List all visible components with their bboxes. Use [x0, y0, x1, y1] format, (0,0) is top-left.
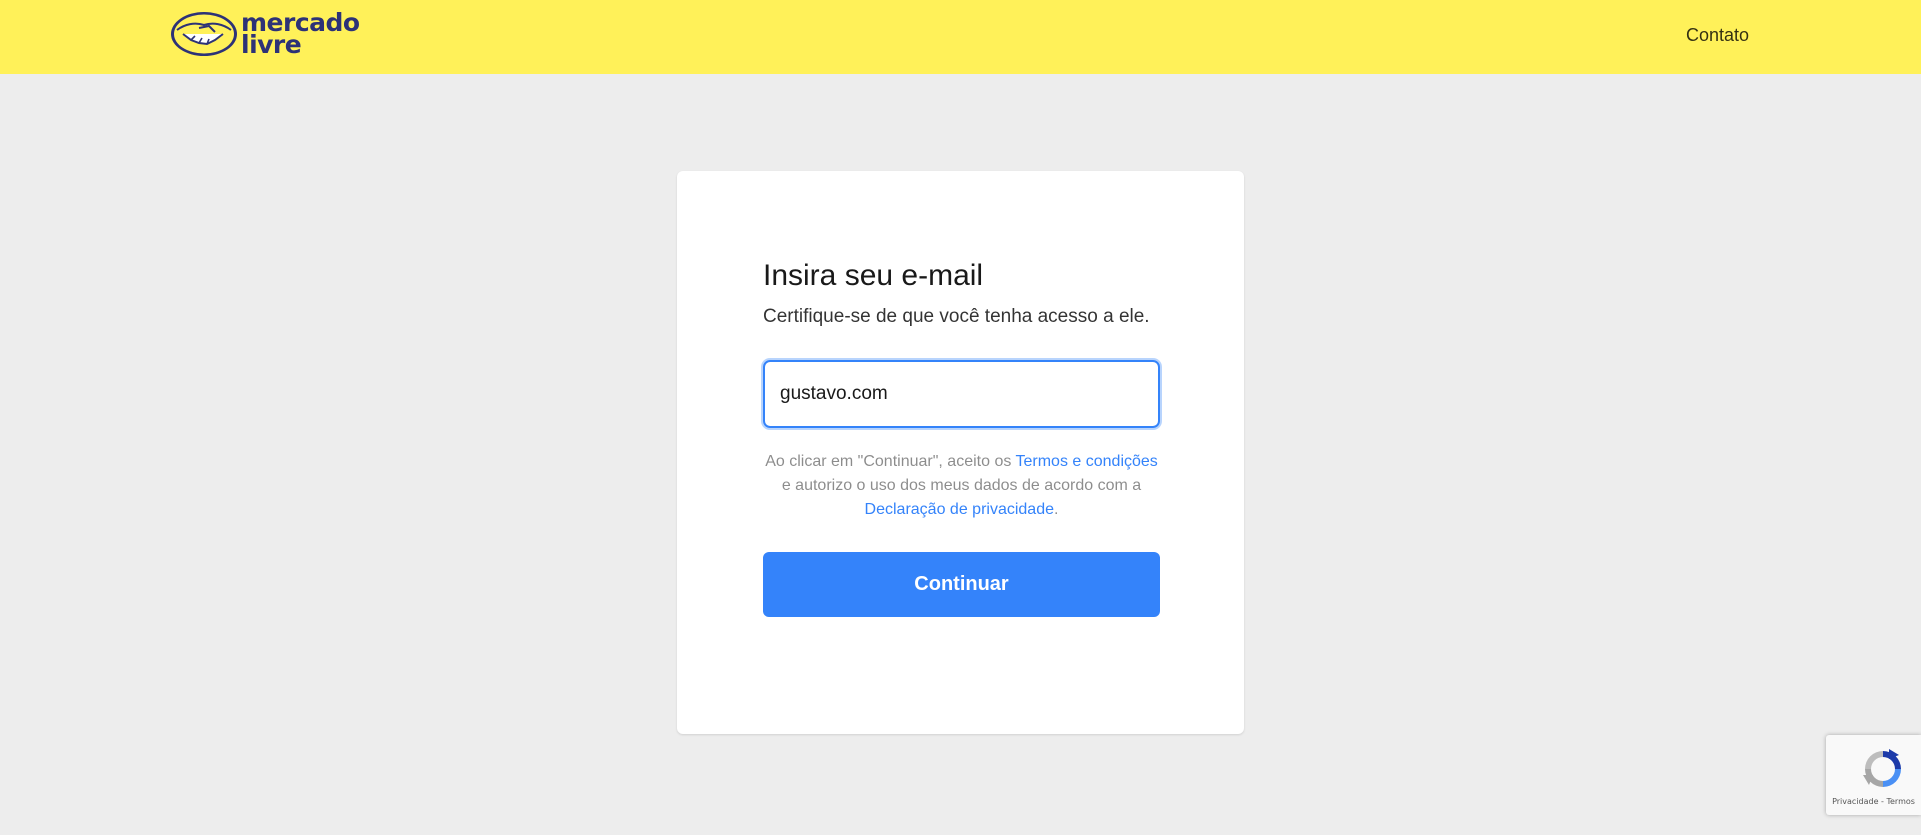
- privacy-link[interactable]: Declaração de privacidade: [865, 501, 1054, 518]
- recaptcha-links: Privacidade - Termos: [1826, 797, 1921, 806]
- handshake-logo-icon: [171, 12, 237, 56]
- recaptcha-privacy-link[interactable]: Privacidade: [1832, 797, 1878, 806]
- email-input[interactable]: [765, 383, 1158, 405]
- brand-name: mercado livre: [241, 10, 360, 59]
- terms-link[interactable]: Termos e condições: [1016, 453, 1158, 470]
- continue-button[interactable]: Continuar: [763, 552, 1160, 617]
- terms-prefix-text: Ao clicar em "Continuar", aceito os: [765, 453, 1016, 470]
- login-form: Insira seu e-mail Certifique-se de que v…: [763, 257, 1160, 617]
- page-subtitle: Certifique-se de que você tenha acesso a…: [763, 306, 1150, 327]
- recaptcha-icon: [1863, 749, 1901, 787]
- login-card: Insira seu e-mail Certifique-se de que v…: [677, 171, 1244, 734]
- mercado-livre-logo[interactable]: mercado livre: [169, 10, 360, 58]
- terms-notice: Ao clicar em "Continuar", aceito os Term…: [763, 450, 1160, 522]
- terms-suffix-text: .: [1054, 501, 1059, 518]
- top-header: mercado livre Contato: [0, 0, 1921, 74]
- recaptcha-terms-link[interactable]: Termos: [1886, 797, 1914, 806]
- brand-line-2: livre: [241, 30, 302, 59]
- terms-middle-text: e autorizo o uso dos meus dados de acord…: [781, 477, 1142, 494]
- contact-link[interactable]: Contato: [1686, 25, 1749, 46]
- recaptcha-badge[interactable]: Privacidade - Termos: [1826, 735, 1921, 815]
- page-title: Insira seu e-mail: [763, 259, 984, 292]
- email-field-container: [763, 360, 1160, 428]
